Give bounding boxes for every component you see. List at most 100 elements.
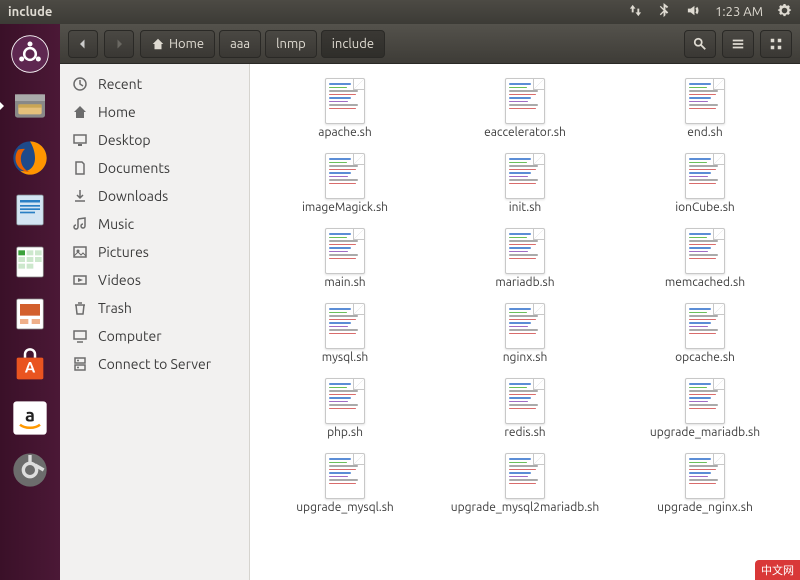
file-label: mariadb.sh <box>495 276 554 289</box>
file-item[interactable]: imageMagick.sh <box>260 149 430 218</box>
file-label: opcache.sh <box>675 351 735 364</box>
file-label: main.sh <box>324 276 365 289</box>
forward-button[interactable] <box>104 30 134 58</box>
files-tile[interactable] <box>6 82 54 130</box>
file-label: redis.sh <box>504 426 545 439</box>
system-tray: 1:23 AM <box>628 3 792 21</box>
file-label: upgrade_mysql2mariadb.sh <box>451 501 599 514</box>
file-label: end.sh <box>687 126 723 139</box>
file-item[interactable]: end.sh <box>620 74 790 143</box>
dash-tile[interactable] <box>6 30 54 78</box>
breadcrumb-include[interactable]: include <box>321 30 385 58</box>
list-view-button[interactable] <box>722 30 754 58</box>
file-item[interactable]: opcache.sh <box>620 299 790 368</box>
sidebar-item-recent[interactable]: Recent <box>60 70 249 98</box>
network-icon[interactable] <box>628 3 643 21</box>
file-icon <box>325 78 365 124</box>
svg-text:A: A <box>25 359 36 376</box>
file-item[interactable]: php.sh <box>260 374 430 443</box>
sidebar-item-videos[interactable]: Videos <box>60 266 249 294</box>
file-label: php.sh <box>327 426 363 439</box>
back-button[interactable] <box>68 30 98 58</box>
file-item[interactable]: main.sh <box>260 224 430 293</box>
file-label: mysql.sh <box>322 351 369 364</box>
bluetooth-icon[interactable] <box>657 3 672 21</box>
toolbar: Homeaaalnmpinclude <box>60 24 800 64</box>
file-item[interactable]: nginx.sh <box>440 299 610 368</box>
breadcrumb-aaa[interactable]: aaa <box>219 30 261 58</box>
file-label: upgrade_nginx.sh <box>657 501 753 514</box>
file-item[interactable]: mariadb.sh <box>440 224 610 293</box>
file-icon <box>685 303 725 349</box>
file-icon <box>685 78 725 124</box>
breadcrumb-lnmp[interactable]: lnmp <box>265 30 317 58</box>
gear-icon[interactable] <box>777 3 792 21</box>
file-item[interactable]: upgrade_mariadb.sh <box>620 374 790 443</box>
grid-view-button[interactable] <box>760 30 792 58</box>
file-item[interactable]: eaccelerator.sh <box>440 74 610 143</box>
writer-tile[interactable] <box>6 186 54 234</box>
breadcrumb: Homeaaalnmpinclude <box>140 30 385 58</box>
file-item[interactable]: memcached.sh <box>620 224 790 293</box>
file-icon <box>325 453 365 499</box>
file-item[interactable]: redis.sh <box>440 374 610 443</box>
svg-text:a: a <box>25 405 35 425</box>
file-icon <box>685 153 725 199</box>
firefox-tile[interactable] <box>6 134 54 182</box>
file-icon <box>325 153 365 199</box>
unity-launcher: A a <box>0 24 60 580</box>
file-icon <box>505 378 545 424</box>
file-icon <box>685 453 725 499</box>
breadcrumb-home[interactable]: Home <box>140 30 215 58</box>
impress-tile[interactable] <box>6 290 54 338</box>
file-item[interactable]: apache.sh <box>260 74 430 143</box>
sidebar-item-home[interactable]: Home <box>60 98 249 126</box>
file-icon <box>325 303 365 349</box>
watermark: 中文网 <box>755 560 800 580</box>
file-label: imageMagick.sh <box>302 201 388 214</box>
file-item[interactable]: init.sh <box>440 149 610 218</box>
sidebar-item-documents[interactable]: Documents <box>60 154 249 182</box>
file-item[interactable]: upgrade_mysql.sh <box>260 449 430 518</box>
file-icon <box>685 228 725 274</box>
file-manager: Homeaaalnmpinclude RecentHomeDesktopDocu… <box>60 24 800 580</box>
sidebar-item-music[interactable]: Music <box>60 210 249 238</box>
calc-tile[interactable] <box>6 238 54 286</box>
file-icon <box>505 153 545 199</box>
file-label: init.sh <box>509 201 542 214</box>
file-icon <box>685 378 725 424</box>
file-label: ionCube.sh <box>675 201 735 214</box>
sidebar-item-computer[interactable]: Computer <box>60 322 249 350</box>
file-icon <box>505 228 545 274</box>
clock[interactable]: 1:23 AM <box>715 5 763 19</box>
volume-icon[interactable] <box>686 3 701 21</box>
search-button[interactable] <box>684 30 716 58</box>
menubar: include 1:23 AM <box>0 0 800 24</box>
file-icon <box>325 378 365 424</box>
file-label: eaccelerator.sh <box>484 126 566 139</box>
sidebar-item-connect-to-server[interactable]: Connect to Server <box>60 350 249 378</box>
file-label: apache.sh <box>318 126 371 139</box>
sidebar-item-pictures[interactable]: Pictures <box>60 238 249 266</box>
sidebar-item-downloads[interactable]: Downloads <box>60 182 249 210</box>
app-title: include <box>8 5 628 19</box>
settings-tile[interactable] <box>6 446 54 494</box>
file-item[interactable]: upgrade_nginx.sh <box>620 449 790 518</box>
file-item[interactable]: ionCube.sh <box>620 149 790 218</box>
file-icon <box>505 303 545 349</box>
file-content[interactable]: apache.sh eaccelerator.sh end.sh imageMagic… <box>250 64 800 580</box>
sidebar-item-trash[interactable]: Trash <box>60 294 249 322</box>
file-label: nginx.sh <box>503 351 548 364</box>
amazon-tile[interactable]: a <box>6 394 54 442</box>
file-label: upgrade_mysql.sh <box>296 501 394 514</box>
file-label: memcached.sh <box>665 276 745 289</box>
file-icon <box>505 78 545 124</box>
places-sidebar: RecentHomeDesktopDocumentsDownloadsMusic… <box>60 64 250 580</box>
file-item[interactable]: upgrade_mysql2mariadb.sh <box>440 449 610 518</box>
sidebar-item-desktop[interactable]: Desktop <box>60 126 249 154</box>
file-icon <box>505 453 545 499</box>
software-tile[interactable]: A <box>6 342 54 390</box>
file-icon <box>325 228 365 274</box>
file-label: upgrade_mariadb.sh <box>650 426 760 439</box>
file-item[interactable]: mysql.sh <box>260 299 430 368</box>
